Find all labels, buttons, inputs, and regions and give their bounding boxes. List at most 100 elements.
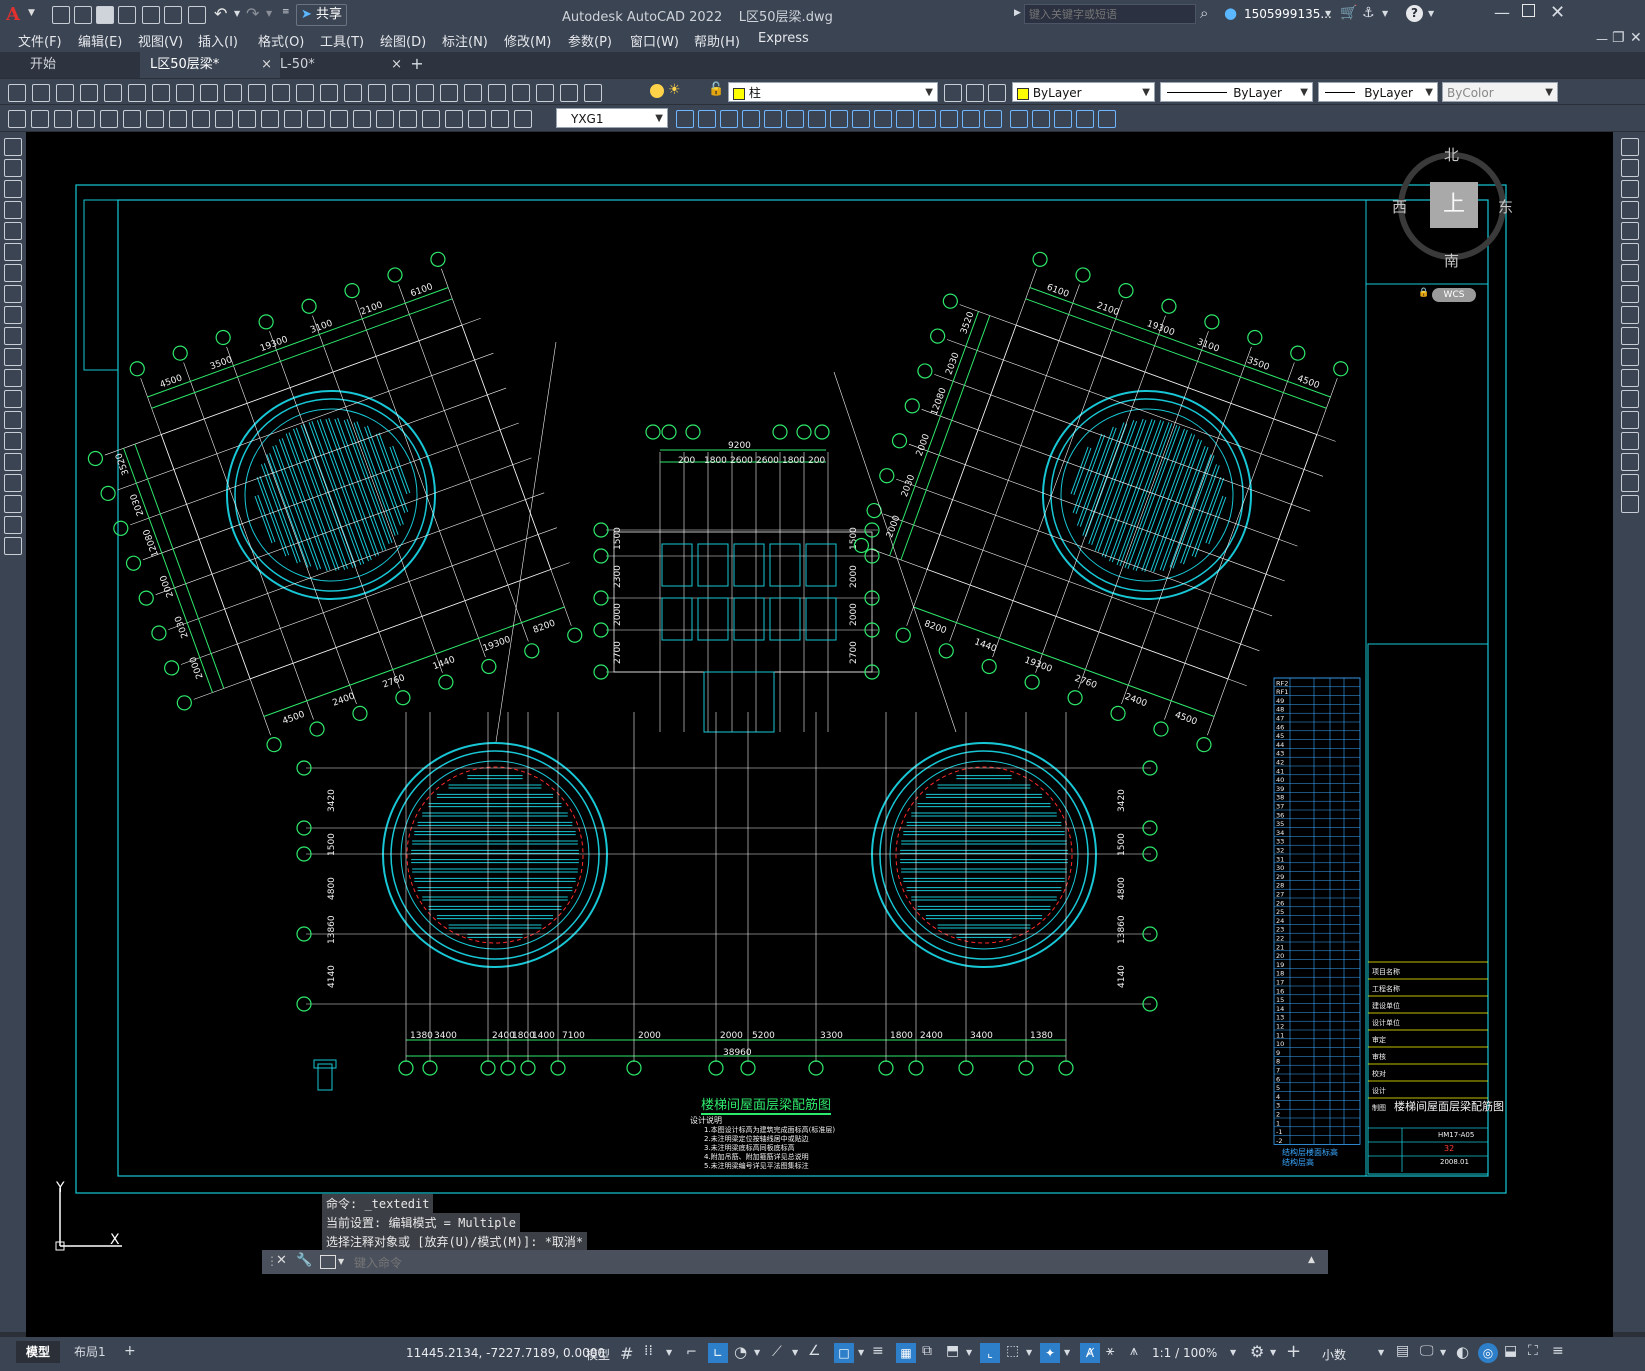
modify-tool-6-icon[interactable] — [808, 110, 826, 128]
qnew-icon[interactable] — [8, 84, 26, 102]
tab-layout1[interactable]: 布局1 — [66, 1341, 114, 1363]
wcs-menu[interactable]: WCS — [1432, 288, 1476, 302]
paste-icon[interactable] — [224, 84, 242, 102]
redo-icon[interactable]: ↷ — [246, 4, 259, 23]
viewcube-north[interactable]: 北 — [1444, 144, 1459, 165]
zoom-previous-icon[interactable] — [416, 84, 434, 102]
gizmo-icon[interactable]: ✦ — [1040, 1343, 1060, 1363]
help-dropdown-icon[interactable]: ▼ — [1428, 9, 1434, 18]
modify-tool-7-icon[interactable] — [830, 110, 848, 128]
trim-icon[interactable] — [1621, 327, 1639, 345]
menu-insert[interactable]: 插入(I) — [198, 31, 238, 50]
isolate-objects-icon[interactable]: ◐ — [1456, 1343, 1469, 1361]
ellipse-arc-icon[interactable] — [4, 348, 22, 366]
undo-tb-icon[interactable] — [296, 84, 314, 102]
zoom-realtime-icon[interactable] — [368, 84, 386, 102]
copy-icon[interactable] — [200, 84, 218, 102]
point-icon[interactable] — [4, 411, 22, 429]
menu-dimension[interactable]: 标注(N) — [442, 31, 488, 50]
publish-icon[interactable] — [128, 84, 146, 102]
calc-icon[interactable] — [560, 84, 578, 102]
rectangle-icon[interactable] — [4, 222, 22, 240]
tab-model[interactable]: 模型 — [16, 1341, 61, 1363]
menu-help[interactable]: 帮助(H) — [694, 31, 740, 50]
open-web-icon[interactable] — [142, 6, 160, 24]
sheet-set-icon[interactable] — [512, 84, 530, 102]
isodraft-dropdown-icon[interactable]: ▼ — [792, 1348, 798, 1357]
wcs-lock-icon[interactable]: 🔒 — [1418, 288, 1429, 298]
coordinates-readout[interactable]: 11445.2134, -7227.7189, 0.0000 — [406, 1346, 605, 1360]
color-dropdown[interactable]: ByLayer ▼ — [1012, 82, 1155, 102]
app-logo[interactable]: A — [6, 4, 28, 26]
dimension-tool-13-icon[interactable] — [307, 110, 325, 128]
search-icon[interactable]: ⌕ — [1200, 4, 1208, 22]
dimension-tool-1-icon[interactable] — [31, 110, 49, 128]
customize-status-icon[interactable]: ≡ — [1552, 1343, 1564, 1359]
plot-icon[interactable] — [80, 84, 98, 102]
modify-tool-18-icon[interactable] — [1076, 110, 1094, 128]
modify-tool-15-icon[interactable] — [1010, 110, 1028, 128]
dimension-tool-18-icon[interactable] — [422, 110, 440, 128]
redo-tb-icon[interactable] — [320, 84, 338, 102]
doc-restore-icon[interactable]: ❐ — [1612, 30, 1625, 46]
lock-ui-dropdown-icon[interactable]: ▼ — [1440, 1348, 1446, 1357]
dimension-tool-0-icon[interactable] — [8, 110, 26, 128]
stretch-icon[interactable] — [1621, 306, 1639, 324]
model-space-toggle[interactable]: 模型 — [586, 1346, 610, 1363]
dimension-tool-5-icon[interactable] — [123, 110, 141, 128]
annotation-scale-value[interactable]: 1:1 / 100% — [1152, 1346, 1217, 1360]
snap-icon[interactable]: ⁞⁞ — [644, 1343, 653, 1359]
dimension-tool-17-icon[interactable] — [399, 110, 417, 128]
polar-dropdown-icon[interactable]: ▼ — [754, 1348, 760, 1357]
help-tb-icon[interactable] — [584, 84, 602, 102]
dimension-tool-15-icon[interactable] — [353, 110, 371, 128]
layer-bulb-icon[interactable] — [650, 84, 664, 98]
break-icon[interactable] — [1621, 390, 1639, 408]
exchange-icon[interactable]: ⚓ — [1362, 5, 1375, 21]
command-close-icon[interactable]: ✕ — [276, 1253, 287, 1268]
make-block-icon[interactable] — [4, 390, 22, 408]
modify-tool-12-icon[interactable] — [940, 110, 958, 128]
user-dropdown-icon[interactable]: ▼ — [1325, 9, 1331, 18]
polyline-icon[interactable] — [4, 180, 22, 198]
modify-tool-8-icon[interactable] — [852, 110, 870, 128]
add-selected-icon[interactable] — [4, 537, 22, 555]
viewcube-east[interactable]: 东 — [1498, 196, 1513, 217]
markup-icon[interactable] — [536, 84, 554, 102]
workspace-dropdown-icon[interactable]: ▼ — [1270, 1348, 1276, 1357]
arc-icon[interactable] — [4, 243, 22, 261]
dimension-tool-9-icon[interactable] — [215, 110, 233, 128]
text-style-dropdown[interactable]: YXG1 ▼ — [556, 108, 668, 128]
help-icon[interactable]: ? — [1406, 5, 1423, 22]
modify-tool-17-icon[interactable] — [1054, 110, 1072, 128]
modify-tool-4-icon[interactable] — [764, 110, 782, 128]
pan-icon[interactable] — [344, 84, 362, 102]
spline-icon[interactable] — [4, 306, 22, 324]
layer-previous-icon[interactable] — [966, 84, 984, 102]
modify-tool-10-icon[interactable] — [896, 110, 914, 128]
3dprint-icon[interactable] — [152, 84, 170, 102]
3dosnap-dropdown-icon[interactable]: ▼ — [966, 1348, 972, 1357]
menu-tools[interactable]: 工具(T) — [320, 31, 364, 50]
layer-lock-icon[interactable]: 🔓 — [708, 82, 724, 97]
block-editor-icon[interactable] — [272, 84, 290, 102]
annotation-visibility-icon[interactable]: Ⱥ — [1080, 1343, 1100, 1363]
fillet-icon[interactable] — [1621, 453, 1639, 471]
menu-file[interactable]: 文件(F) — [18, 31, 62, 50]
open-file-icon[interactable] — [74, 6, 92, 24]
units-dropdown-icon[interactable]: ▼ — [1378, 1348, 1384, 1357]
annotation-monitor-icon[interactable]: + — [1286, 1341, 1301, 1362]
dimension-tool-11-icon[interactable] — [261, 110, 279, 128]
hatch-icon[interactable] — [4, 432, 22, 450]
otrack-icon[interactable]: ∠ — [808, 1343, 821, 1359]
maximize-icon[interactable] — [1522, 4, 1535, 17]
design-center-icon[interactable] — [464, 84, 482, 102]
user-name[interactable]: 1505999135... — [1244, 7, 1332, 21]
layer-sun-icon[interactable]: ☀ — [668, 82, 681, 98]
infer-icon[interactable]: ⌐ — [686, 1345, 697, 1360]
modify-tool-5-icon[interactable] — [786, 110, 804, 128]
new-file-icon[interactable] — [52, 6, 70, 24]
command-input[interactable] — [352, 1252, 1296, 1274]
close-icon[interactable]: ✕ — [1550, 2, 1565, 23]
osnap-icon[interactable]: □ — [834, 1343, 854, 1363]
